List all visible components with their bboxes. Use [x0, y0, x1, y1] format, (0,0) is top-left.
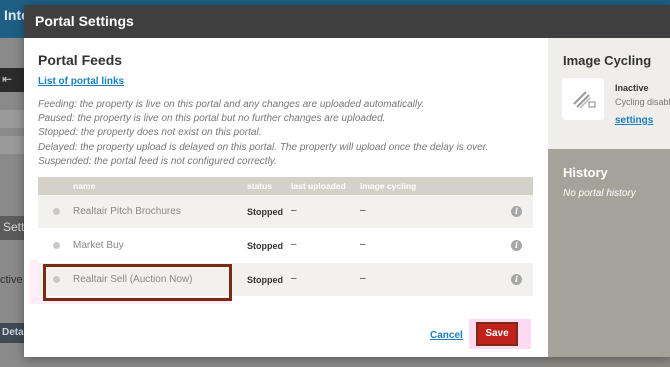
history-empty-text: No portal history	[563, 188, 636, 199]
portal-status: Stopped	[247, 207, 283, 217]
modal-header: Portal Settings	[24, 5, 670, 38]
portal-name: Realtair Pitch Brochures	[73, 206, 181, 217]
info-icon[interactable]: i	[511, 206, 522, 217]
status-description: Feeding: the property is live on this po…	[38, 99, 425, 110]
background-active-label: ctive	[0, 274, 23, 286]
modal-title: Portal Settings	[35, 13, 134, 29]
image-cycling-icon	[573, 91, 596, 109]
column-header-image-cycling: image cycling	[360, 181, 417, 191]
status-description: Suspended: the portal feed is not config…	[38, 156, 277, 167]
portal-links-link[interactable]: List of portal links	[38, 76, 124, 87]
background-details-tab: Deta	[0, 323, 24, 343]
info-icon[interactable]: i	[511, 274, 522, 285]
portal-image-cycling: –	[360, 273, 366, 284]
cancel-button[interactable]: Cancel	[430, 330, 463, 341]
portal-feeds-title: Portal Feeds	[38, 52, 123, 68]
column-header-last-uploaded: last uploaded	[291, 181, 346, 191]
portal-last-uploaded: –	[291, 273, 297, 284]
portal-image-cycling: –	[360, 239, 366, 250]
table-header: name status last uploaded image cycling	[38, 177, 533, 195]
history-title: History	[563, 165, 608, 180]
side-panel: Image Cycling Inactive Cycling disabled …	[548, 38, 670, 357]
info-icon[interactable]: i	[511, 240, 522, 251]
image-cycling-settings-link[interactable]: settings	[615, 115, 653, 126]
status-description: Paused: the property is live on this por…	[38, 113, 386, 124]
status-dot-icon	[53, 242, 60, 249]
portal-image-cycling: –	[360, 205, 366, 216]
portal-status: Stopped	[247, 275, 283, 285]
table-row[interactable]: Market Buy Stopped – – i	[38, 229, 533, 263]
portal-status: Stopped	[247, 241, 283, 251]
column-header-status: status	[247, 181, 273, 191]
history-panel: History No portal history	[548, 149, 670, 357]
column-header-name: name	[73, 181, 96, 191]
selection-outline	[43, 264, 232, 301]
image-cycling-thumbnail	[562, 78, 604, 120]
portal-last-uploaded: –	[291, 239, 297, 250]
portal-last-uploaded: –	[291, 205, 297, 216]
background-row	[0, 136, 24, 154]
background-section: Sett	[0, 216, 24, 240]
background-icon: ⇤	[2, 72, 13, 86]
table-row[interactable]: Realtair Pitch Brochures Stopped – – i	[38, 195, 533, 229]
image-cycling-title: Image Cycling	[563, 53, 652, 68]
status-dot-icon	[53, 208, 60, 215]
save-button[interactable]: Save	[476, 322, 518, 346]
image-cycling-description: Cycling disabled	[615, 97, 670, 107]
background-toolbar: ⇤	[0, 68, 24, 92]
status-description: Stopped: the property does not exist on …	[38, 127, 262, 138]
portal-feeds-panel: Portal Feeds List of portal links Feedin…	[24, 38, 548, 357]
portal-name: Market Buy	[73, 240, 124, 251]
background-row	[0, 110, 24, 128]
background-section-label: Sett	[3, 220, 25, 234]
background-details-label: Deta	[2, 327, 24, 338]
portal-settings-modal: Portal Settings Portal Feeds List of por…	[24, 5, 670, 357]
image-cycling-state: Inactive	[615, 83, 649, 93]
status-description: Delayed: the property upload is delayed …	[38, 142, 489, 153]
